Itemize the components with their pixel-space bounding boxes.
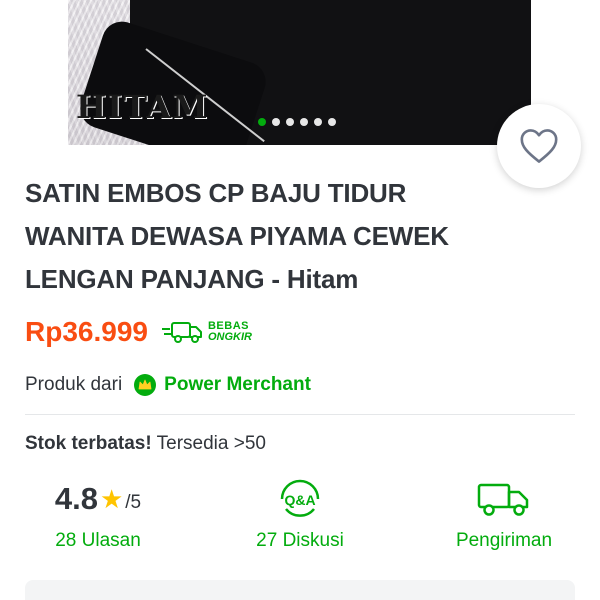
carousel-dot[interactable]	[272, 118, 280, 126]
merchant-row: Produk dari Power Merchant	[25, 374, 311, 396]
image-color-label: HITAM	[76, 88, 209, 126]
carousel-dot[interactable]	[300, 118, 308, 126]
divider	[25, 414, 575, 415]
shipping-truck-icon	[477, 483, 529, 516]
reviews-link[interactable]: 28 Ulasan	[55, 530, 141, 552]
product-stats: 4.8 ★ /5 28 Ulasan Q&A 27 Diskusi Pengir…	[0, 474, 600, 564]
carousel-dot[interactable]	[314, 118, 322, 126]
stock-info: Stok terbatas! Tersedia >50	[25, 433, 266, 455]
rating-stat[interactable]: 4.8 ★ /5 28 Ulasan	[38, 474, 158, 552]
price-row: Rp36.999 BEBAS ONGKIR	[25, 316, 252, 348]
shipping-stat[interactable]: Pengiriman	[444, 474, 564, 552]
product-image[interactable]: HITAM	[68, 0, 531, 145]
carousel-dot[interactable]	[258, 118, 266, 126]
shipping-link[interactable]: Pengiriman	[456, 530, 552, 552]
stock-detail: Tersedia >50	[156, 433, 266, 454]
free-shipping-line2: ONGKIR	[207, 331, 252, 343]
free-shipping-text: BEBAS ONGKIR	[208, 321, 252, 343]
delivery-truck-icon	[161, 322, 202, 343]
stock-emphasis: Stok terbatas!	[25, 433, 152, 454]
rating-max: /5	[125, 492, 142, 513]
carousel-indicator	[258, 118, 336, 126]
merchant-prefix: Produk dari	[25, 374, 123, 395]
merchant-name[interactable]: Power Merchant	[164, 374, 311, 396]
next-section-card	[25, 580, 575, 600]
star-icon: ★	[99, 483, 124, 514]
discussion-stat[interactable]: Q&A 27 Diskusi	[240, 474, 360, 552]
carousel-dot[interactable]	[328, 118, 336, 126]
product-price: Rp36.999	[25, 316, 148, 347]
wishlist-button[interactable]	[497, 104, 581, 188]
discussion-link[interactable]: 27 Diskusi	[256, 530, 344, 552]
free-shipping-badge: BEBAS ONGKIR	[161, 320, 252, 344]
product-title: SATIN EMBOS CP BAJU TIDUR WANITA DEWASA …	[25, 178, 449, 294]
heart-icon	[520, 129, 558, 163]
carousel-dot[interactable]	[286, 118, 294, 126]
power-merchant-crown-icon	[134, 374, 157, 396]
rating-value: 4.8	[54, 481, 98, 516]
qa-icon-text: Q&A	[284, 492, 315, 508]
qa-icon: Q&A	[280, 479, 320, 517]
